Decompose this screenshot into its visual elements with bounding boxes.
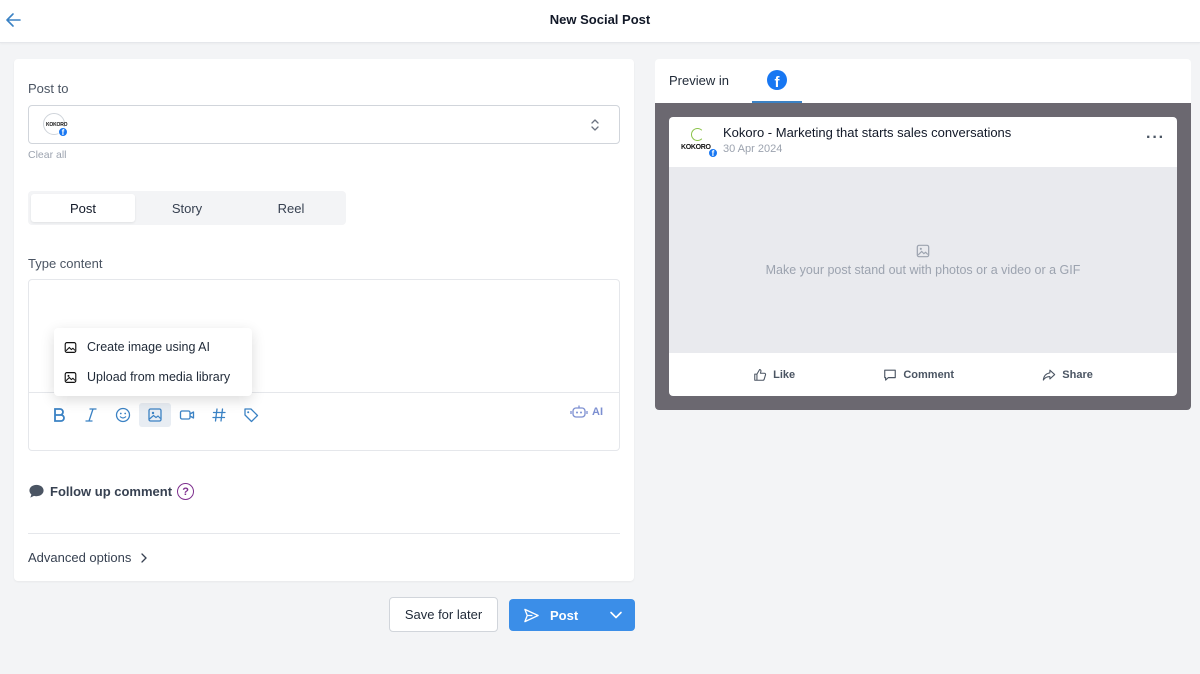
page-name: Kokoro - Marketing that starts sales con… [723, 125, 1012, 140]
more-options-icon[interactable]: ··· [1146, 129, 1165, 147]
preview-card: Preview in f KOKORO f Kokoro - Marketing… [655, 59, 1191, 410]
media-placeholder-text: Make your post stand out with photos or … [765, 263, 1081, 277]
image-icon [64, 371, 77, 383]
tab-post[interactable]: Post [31, 194, 135, 222]
editor-toolbar [43, 403, 267, 427]
tab-story[interactable]: Story [135, 194, 239, 222]
emoji-button[interactable] [107, 403, 139, 427]
facebook-badge-icon: f [708, 148, 718, 158]
chevron-down-icon [610, 611, 622, 619]
media-placeholder: Make your post stand out with photos or … [669, 167, 1177, 353]
robot-icon [570, 405, 588, 418]
ai-assist-button[interactable]: AI [570, 404, 603, 420]
facebook-post-preview: KOKORO f Kokoro - Marketing that starts … [669, 117, 1177, 396]
preview-header: Preview in f [655, 59, 1191, 103]
comment-action[interactable]: Comment [883, 368, 954, 382]
avatar-logo-text: KOKORO [681, 144, 711, 151]
top-bar: New Social Post [0, 0, 1200, 43]
speech-bubble-icon [29, 484, 44, 498]
post-actions: Like Comment Share [669, 353, 1177, 396]
account-avatar[interactable]: KOKORO f [43, 113, 68, 137]
post-to-label: Post to [28, 81, 69, 96]
tag-icon [244, 408, 259, 423]
media-dropdown-menu: Create image using AI Upload from media … [54, 328, 252, 396]
hashtag-icon [212, 408, 226, 422]
bold-icon [54, 408, 65, 422]
facebook-badge-icon: f [58, 127, 68, 137]
like-action[interactable]: Like [753, 368, 795, 382]
help-icon[interactable]: ? [177, 483, 195, 500]
share-action[interactable]: Share [1042, 368, 1093, 382]
image-button[interactable] [139, 403, 171, 427]
comment-label: Comment [903, 368, 955, 381]
image-icon [916, 244, 930, 258]
clear-all-link[interactable]: Clear all [28, 149, 67, 161]
like-label: Like [773, 368, 796, 381]
menu-item-create-ai-image[interactable]: Create image using AI [54, 332, 252, 362]
composer-card: Post to KOKORO f Clear all Post Story Re… [14, 59, 634, 581]
logo-leaf [691, 128, 704, 141]
follow-up-label: Follow up comment [50, 484, 173, 499]
share-icon [1043, 369, 1056, 381]
send-icon [524, 608, 539, 622]
type-content-label: Type content [28, 256, 103, 271]
ai-label: AI [592, 406, 603, 418]
post-button[interactable]: Post [509, 599, 635, 631]
menu-item-upload-media[interactable]: Upload from media library [54, 362, 252, 392]
bold-button[interactable] [43, 403, 75, 427]
advanced-options-label: Advanced options [28, 550, 132, 565]
italic-button[interactable] [75, 403, 107, 427]
share-label: Share [1062, 368, 1093, 381]
video-icon [179, 410, 195, 420]
preview-stage: KOKORO f Kokoro - Marketing that starts … [655, 103, 1191, 410]
facebook-icon: f [767, 70, 787, 90]
menu-item-label: Create image using AI [87, 340, 210, 354]
image-icon [148, 408, 162, 422]
tab-reel[interactable]: Reel [239, 194, 343, 222]
page-title: New Social Post [549, 12, 651, 27]
save-for-later-button[interactable]: Save for later [389, 597, 498, 632]
chevron-up-down-icon [591, 119, 599, 131]
italic-icon [85, 408, 97, 422]
page-avatar: KOKORO f [681, 127, 718, 159]
ai-image-icon [64, 341, 77, 353]
chevron-right-icon [141, 552, 148, 563]
tab-facebook-preview[interactable]: f [752, 59, 802, 103]
tag-button[interactable] [235, 403, 267, 427]
emoji-icon [115, 407, 131, 423]
video-button[interactable] [171, 403, 203, 427]
hashtag-button[interactable] [203, 403, 235, 427]
comment-icon [884, 369, 897, 381]
post-options-dropdown[interactable] [597, 599, 635, 631]
advanced-options-toggle[interactable]: Advanced options [28, 550, 149, 565]
post-submit[interactable]: Post [509, 607, 597, 624]
post-type-tabs: Post Story Reel [28, 191, 346, 225]
post-to-select[interactable]: KOKORO f [28, 105, 620, 144]
preview-label: Preview in [669, 73, 729, 88]
follow-up-comment[interactable]: Follow up comment ? [28, 483, 195, 500]
post-label: Post [550, 607, 579, 623]
thumbs-up-icon [754, 368, 767, 381]
divider [28, 533, 620, 534]
post-date: 30 Apr 2024 [723, 143, 783, 155]
menu-item-label: Upload from media library [87, 370, 231, 384]
